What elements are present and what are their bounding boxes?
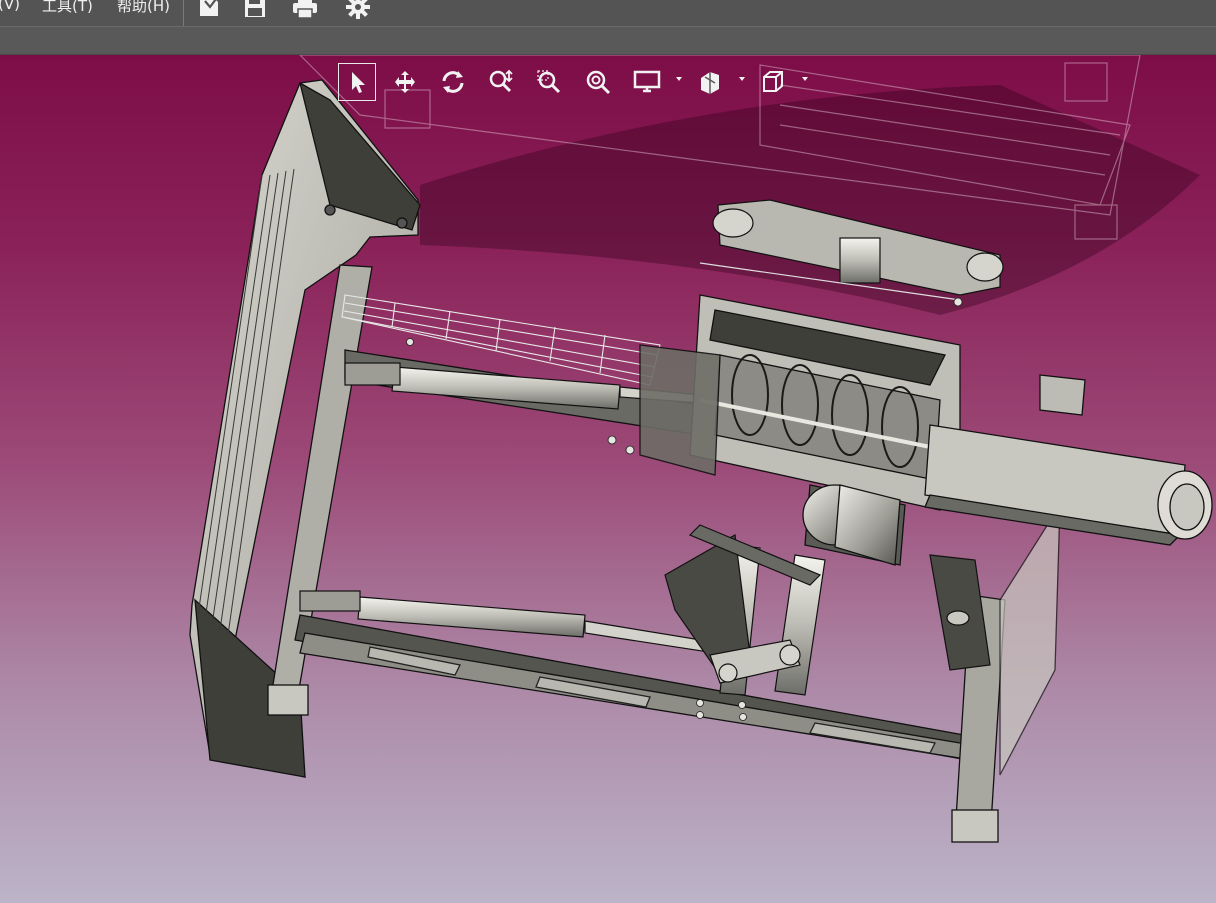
discharge-chute [924, 374, 1213, 546]
support-legs [664, 524, 991, 696]
zoom-fit-icon[interactable] [579, 63, 617, 101]
menu-separator [183, 0, 184, 26]
pan-move-icon[interactable] [386, 63, 424, 101]
menu-view[interactable]: (V) [0, 0, 20, 13]
secondary-toolbar [0, 27, 1216, 55]
rotate-icon[interactable] [434, 63, 472, 101]
save-icon[interactable] [242, 0, 268, 20]
menu-bar: (V) 工具(T) 帮助(H) [0, 0, 1216, 27]
section-view-icon[interactable] [691, 63, 729, 101]
section-view-dropdown-icon[interactable] [739, 77, 745, 81]
display-mode-icon[interactable] [628, 63, 666, 101]
cad-model [189, 55, 1213, 843]
zoom-dynamic-icon[interactable] [482, 63, 520, 101]
auger-housing [639, 294, 961, 511]
display-mode-dropdown-icon[interactable] [676, 77, 682, 81]
import-icon[interactable] [196, 0, 222, 20]
select-arrow-icon[interactable] [338, 63, 376, 101]
model-shadow [420, 85, 1200, 315]
gear-icon[interactable] [345, 0, 371, 20]
3d-viewport[interactable] [0, 55, 1216, 903]
gear-motor [802, 484, 906, 566]
menu-tools[interactable]: 工具(T) [42, 0, 93, 16]
side-shield [189, 79, 421, 778]
menu-help[interactable]: 帮助(H) [117, 0, 170, 16]
view-orientation-cube-icon[interactable] [754, 63, 792, 101]
view-orientation-dropdown-icon[interactable] [802, 77, 808, 81]
print-icon[interactable] [292, 0, 318, 20]
zoom-window-icon[interactable] [530, 63, 568, 101]
